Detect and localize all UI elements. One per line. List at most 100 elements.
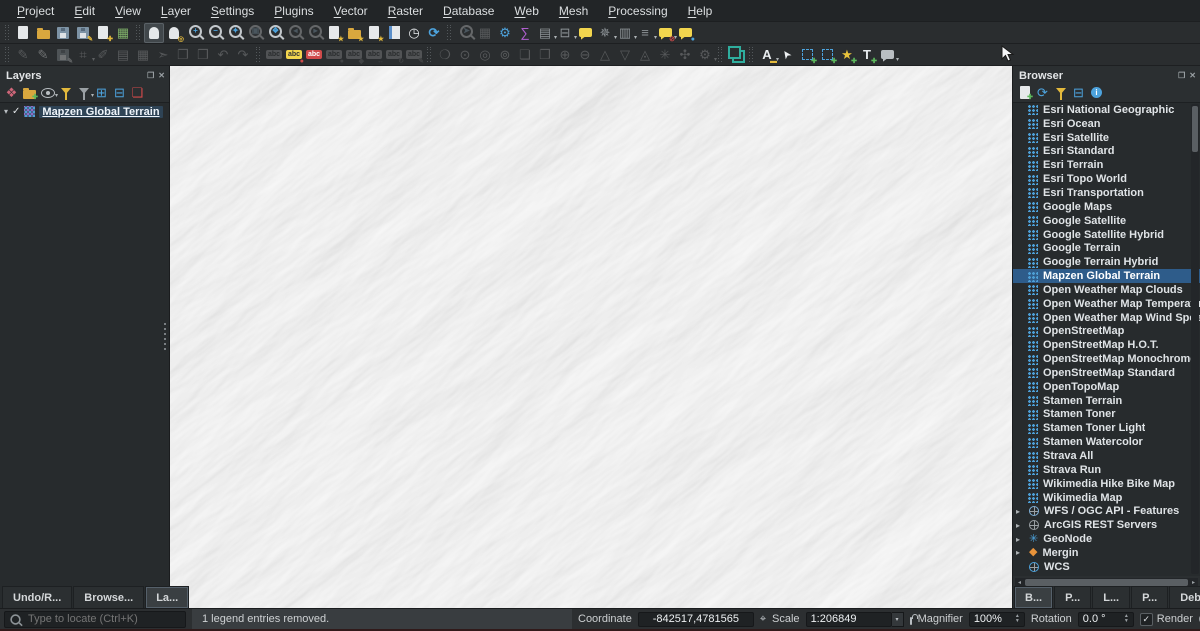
layer-diagram-options[interactable]: abc <box>304 45 324 65</box>
render-toggle[interactable]: ✓ Render <box>1140 613 1193 626</box>
float-panel-icon[interactable]: ❐ <box>147 71 154 80</box>
browser-item-google-terrain[interactable]: Google Terrain <box>1013 241 1200 255</box>
polygon-annotation[interactable]: ✚ <box>797 45 817 65</box>
undo[interactable]: ↶ <box>213 45 233 65</box>
filter-legend[interactable] <box>57 84 74 101</box>
zoom-out[interactable] <box>204 23 224 43</box>
coordinate-field[interactable]: -842517,4781565 <box>638 612 754 627</box>
delete-ring[interactable]: ✣ <box>675 45 695 65</box>
remove-notes[interactable]: ⊘▾ <box>655 23 675 43</box>
field-calculator[interactable]: ▦ <box>133 45 153 65</box>
toolbar-handle[interactable] <box>426 47 433 63</box>
menu-help[interactable]: Help <box>679 2 722 20</box>
temporal-controller[interactable]: ◷ <box>404 23 424 43</box>
map-tips[interactable] <box>575 23 595 43</box>
layer-labeling-options[interactable]: abc● <box>284 45 304 65</box>
render-checkbox[interactable]: ✓ <box>1140 613 1153 626</box>
processing-toolbox[interactable]: ⚙ <box>495 23 515 43</box>
browser-item-google-satellite-hybrid[interactable]: Google Satellite Hybrid <box>1013 228 1200 242</box>
new-project[interactable] <box>13 23 33 43</box>
new-print-layout[interactable]: ✚ <box>93 23 113 43</box>
new-spatial-bookmark[interactable]: ★ <box>324 23 344 43</box>
layer-visibility-checkbox[interactable]: ✓ <box>12 106 20 117</box>
scroll-right-icon[interactable]: ▸ <box>1189 579 1198 586</box>
collapse-all[interactable]: ⊟ <box>111 84 128 101</box>
dock-tab-debu[interactable]: Debu... <box>1169 586 1200 608</box>
marker-annotation[interactable]: ★✚ <box>837 45 857 65</box>
browser-item-strava-all[interactable]: Strava All <box>1013 449 1200 463</box>
manage-map-themes[interactable]: ▾ <box>39 84 56 101</box>
rotate-label[interactable]: abc↻ <box>384 45 404 65</box>
copy-features[interactable]: ❐ <box>173 45 193 65</box>
zoom-to-layer[interactable] <box>264 23 284 43</box>
zoom-last[interactable] <box>284 23 304 43</box>
float-panel-icon[interactable]: ❐ <box>1178 71 1185 80</box>
add-selected-layers[interactable]: ✚ <box>1016 84 1033 101</box>
dock-tab-undo-r[interactable]: Undo/R... <box>2 586 72 608</box>
browser-item-google-maps[interactable]: Google Maps <box>1013 200 1200 214</box>
snapping-options[interactable]: ◎ <box>475 45 495 65</box>
form-annotation[interactable]: ▾ <box>877 45 897 65</box>
menu-processing[interactable]: Processing <box>599 2 676 20</box>
map-canvas[interactable] <box>170 66 1012 608</box>
label-toolbar-settings[interactable]: abc <box>264 45 284 65</box>
change-label-properties[interactable]: abc✎ <box>404 45 424 65</box>
filter-legend-by-expression[interactable]: ▾ <box>75 84 92 101</box>
magnifier-field[interactable]: 100% ▲▼ <box>969 612 1025 627</box>
remove-layer[interactable]: ❏ <box>129 84 146 101</box>
open-layer-styling-panel[interactable]: ❖ <box>3 84 20 101</box>
save-layer-edits[interactable]: ✎ <box>53 45 73 65</box>
browser-item-openstreetmap-h-o-t[interactable]: OpenStreetMap H.O.T. <box>1013 338 1200 352</box>
annotation-decoration[interactable]: ✵▾ <box>595 23 615 43</box>
open-attribute-table[interactable]: ▦ <box>475 23 495 43</box>
reshape-features[interactable]: ❐ <box>535 45 555 65</box>
chevron-down-icon[interactable]: ▾ <box>4 107 8 116</box>
scale-combo[interactable]: 1:206849 ▾ <box>806 612 904 627</box>
tracing[interactable]: ⊚ <box>495 45 515 65</box>
menu-view[interactable]: View <box>106 2 150 20</box>
expand-all[interactable]: ⊞ <box>93 84 110 101</box>
open-project[interactable] <box>33 23 53 43</box>
rotate-feature[interactable]: ◬ <box>635 45 655 65</box>
move-label[interactable]: abc↔ <box>364 45 384 65</box>
layer-item-mapzen-global-terrain[interactable]: ▾ ✓ Mapzen Global Terrain <box>0 103 169 120</box>
identify-features[interactable] <box>455 23 475 43</box>
text-at-point-annotation[interactable]: T✚ <box>857 45 877 65</box>
menu-web[interactable]: Web <box>505 2 547 20</box>
geometry-options[interactable]: ⚙▾ <box>695 45 715 65</box>
line-annotation[interactable]: ✚ <box>817 45 837 65</box>
close-panel-icon[interactable]: ✕ <box>1189 71 1196 80</box>
toolbar-handle[interactable] <box>748 47 755 63</box>
browser-item-wcs[interactable]: WCS <box>1013 560 1200 574</box>
browser-item-esri-satellite[interactable]: Esri Satellite <box>1013 131 1200 145</box>
zoom-to-selection[interactable] <box>244 23 264 43</box>
chevron-right-icon[interactable]: ▸ <box>1016 507 1024 516</box>
browser-item-esri-transportation[interactable]: Esri Transportation <box>1013 186 1200 200</box>
advanced-digitizing[interactable]: ✐ <box>93 45 113 65</box>
browser-vertical-scrollbar[interactable] <box>1191 104 1199 574</box>
scrollbar-thumb[interactable] <box>1025 579 1188 586</box>
browser-item-google-satellite[interactable]: Google Satellite <box>1013 214 1200 228</box>
select-annotation[interactable]: ➤ <box>777 45 797 65</box>
toolbar-handle[interactable] <box>255 47 262 63</box>
new-virtual-layer[interactable] <box>726 45 746 65</box>
browser-item-arcgis-rest-servers[interactable]: ▸ArcGIS REST Servers <box>1013 518 1200 532</box>
lock-scale-icon[interactable] <box>910 617 912 625</box>
menu-raster[interactable]: Raster <box>379 2 432 20</box>
dock-tab-p[interactable]: P... <box>1131 586 1168 608</box>
menu-plugins[interactable]: Plugins <box>265 2 322 20</box>
style-manager[interactable]: ▦ <box>113 23 133 43</box>
offset-curve[interactable]: ❏ <box>515 45 535 65</box>
browser-item-esri-standard[interactable]: Esri Standard <box>1013 145 1200 159</box>
browser-item-open-weather-map-clouds[interactable]: Open Weather Map Clouds <box>1013 283 1200 297</box>
spinner-arrows-icon[interactable]: ▲▼ <box>1124 614 1129 624</box>
browser-item-wfs-ogc-api-features[interactable]: ▸WFS / OGC API - Features <box>1013 504 1200 518</box>
highlight-pinned-labels[interactable]: abc● <box>324 45 344 65</box>
locate-search[interactable] <box>4 611 186 628</box>
collapse-all[interactable]: ⊟ <box>1070 84 1087 101</box>
browser-item-stamen-terrain[interactable]: Stamen Terrain <box>1013 394 1200 408</box>
toggle-extents-icon[interactable]: ⌖ <box>760 614 766 625</box>
browser-item-open-weather-map-wind-speed[interactable]: Open Weather Map Wind Speed <box>1013 311 1200 325</box>
menu-edit[interactable]: Edit <box>65 2 104 20</box>
print-layouts[interactable]: ▤▾ <box>535 23 555 43</box>
